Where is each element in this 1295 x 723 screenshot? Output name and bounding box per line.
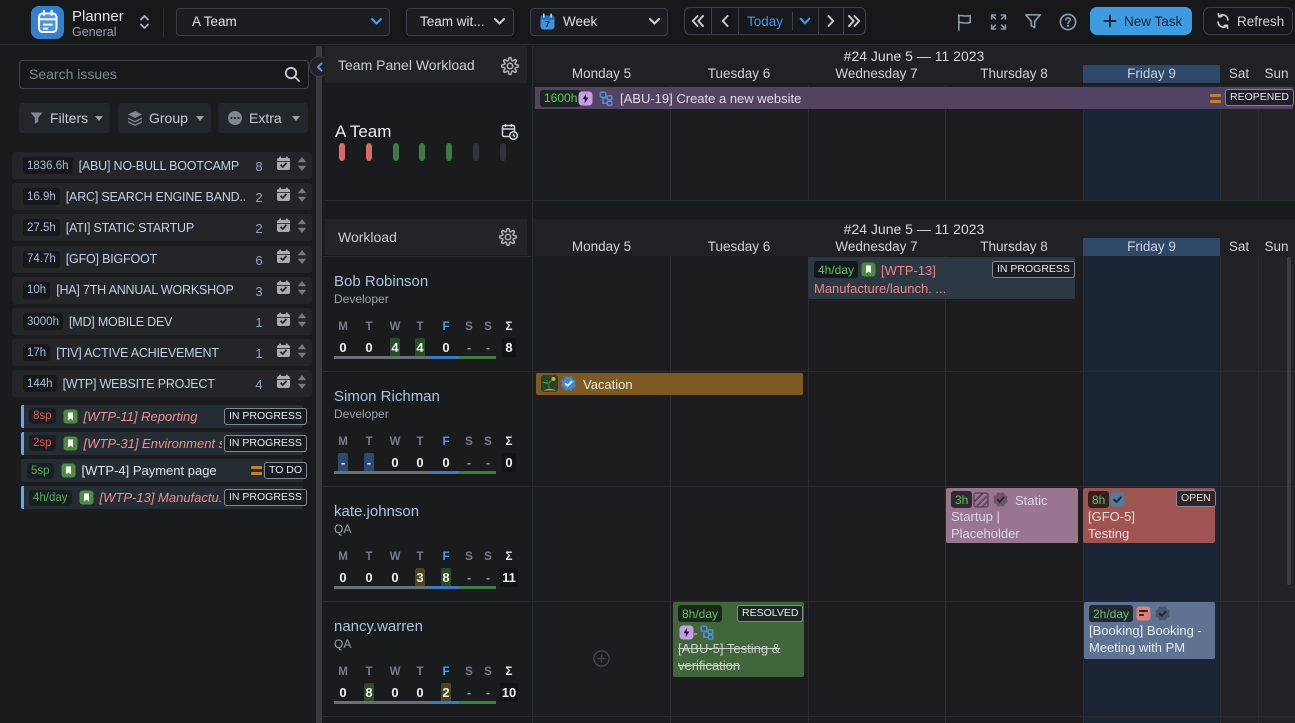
svg-text:7: 7	[545, 19, 550, 29]
